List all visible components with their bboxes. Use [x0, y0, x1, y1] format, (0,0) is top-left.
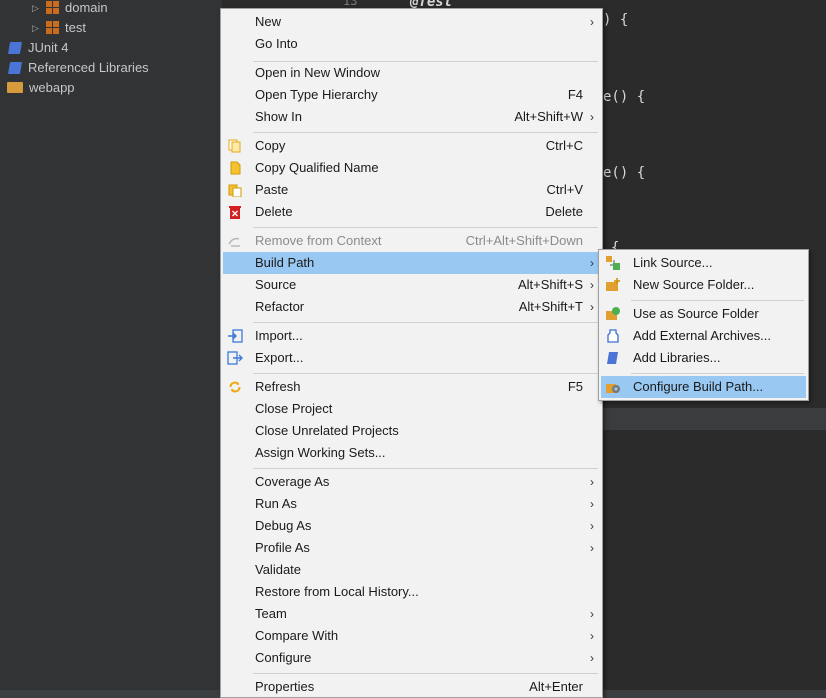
menu-item-go-into[interactable]: Go Into [223, 33, 600, 55]
code-line: ) { [603, 12, 629, 28]
paste-icon [227, 183, 243, 197]
chevron-right-icon: › [590, 278, 594, 292]
configure-build-path-icon [605, 379, 621, 395]
submenu-item-add-libraries[interactable]: Add Libraries... [601, 347, 806, 369]
menu-separator [631, 300, 804, 301]
expand-arrow-icon[interactable]: ▷ [32, 18, 39, 38]
use-source-folder-icon [605, 306, 621, 322]
copy-icon [227, 139, 243, 153]
import-icon [227, 329, 243, 343]
submenu-item-add-external-archives[interactable]: Add External Archives... [601, 325, 806, 347]
menu-item-remove-from-context: Remove from Context Ctrl+Alt+Shift+Down [223, 230, 600, 252]
chevron-right-icon: › [590, 256, 594, 270]
menu-item-build-path[interactable]: Build Path › [223, 252, 600, 274]
menu-item-run-as[interactable]: Run As › [223, 493, 600, 515]
chevron-right-icon: › [590, 110, 594, 124]
menu-item-assign-working-sets[interactable]: Assign Working Sets... [223, 442, 600, 464]
menu-item-paste[interactable]: Paste Ctrl+V [223, 179, 600, 201]
tree-item-test[interactable]: ▷ test [32, 18, 86, 38]
tree-item-webapp[interactable]: webapp [7, 78, 75, 98]
menu-item-configure[interactable]: Configure › [223, 647, 600, 669]
menu-separator [253, 673, 598, 674]
submenu-item-configure-build-path[interactable]: Configure Build Path... [601, 376, 806, 398]
chevron-right-icon: › [590, 651, 594, 665]
menu-item-new[interactable]: New › [223, 11, 600, 33]
delete-icon [227, 205, 243, 219]
submenu-item-use-as-source-folder[interactable]: Use as Source Folder [601, 303, 806, 325]
chevron-right-icon: › [590, 607, 594, 621]
chevron-right-icon: › [590, 15, 594, 29]
menu-item-validate[interactable]: Validate [223, 559, 600, 581]
library-icon [7, 62, 23, 74]
chevron-right-icon: › [590, 475, 594, 489]
chevron-right-icon: › [590, 300, 594, 314]
code-line: e() { [603, 89, 646, 105]
menu-item-restore-local-history[interactable]: Restore from Local History... [223, 581, 600, 603]
build-path-submenu: Link Source... New Source Folder... Use … [598, 249, 809, 401]
tree-item-referenced-libraries[interactable]: Referenced Libraries [7, 58, 149, 78]
menu-item-export[interactable]: Export... [223, 347, 600, 369]
menu-item-delete[interactable]: Delete Delete [223, 201, 600, 223]
external-archive-icon [605, 328, 621, 344]
remove-context-icon [227, 234, 243, 248]
folder-icon [7, 82, 23, 93]
menu-item-source[interactable]: Source Alt+Shift+S › [223, 274, 600, 296]
chevron-right-icon: › [590, 541, 594, 555]
refresh-icon [227, 380, 243, 394]
menu-item-refactor[interactable]: Refactor Alt+Shift+T › [223, 296, 600, 318]
link-source-icon [605, 255, 621, 271]
menu-item-coverage-as[interactable]: Coverage As › [223, 471, 600, 493]
menu-item-copy[interactable]: Copy Ctrl+C [223, 135, 600, 157]
code-line: e() { [603, 165, 646, 181]
menu-item-open-type-hierarchy[interactable]: Open Type Hierarchy F4 [223, 84, 600, 106]
menu-item-compare-with[interactable]: Compare With › [223, 625, 600, 647]
line-number: 13 [343, 0, 358, 8]
chevron-right-icon: › [590, 629, 594, 643]
library-icon [605, 350, 621, 366]
menu-item-close-project[interactable]: Close Project [223, 398, 600, 420]
package-icon [46, 21, 59, 34]
package-explorer: ▷ domain ▷ test JUnit 4 Referenced Libra… [0, 0, 222, 698]
menu-item-debug-as[interactable]: Debug As › [223, 515, 600, 537]
menu-separator [253, 132, 598, 133]
menu-item-show-in[interactable]: Show In Alt+Shift+W › [223, 106, 600, 128]
expand-arrow-icon[interactable]: ▷ [32, 0, 39, 18]
context-menu: New › Go Into Open in New Window Open Typ… [220, 8, 603, 698]
copy-qualified-icon [227, 161, 243, 175]
menu-item-close-unrelated-projects[interactable]: Close Unrelated Projects [223, 420, 600, 442]
menu-separator [253, 322, 598, 323]
menu-separator [253, 227, 598, 228]
menu-item-refresh[interactable]: Refresh F5 [223, 376, 600, 398]
menu-separator [631, 373, 804, 374]
submenu-item-new-source-folder[interactable]: New Source Folder... [601, 274, 806, 296]
menu-item-profile-as[interactable]: Profile As › [223, 537, 600, 559]
menu-item-properties[interactable]: Properties Alt+Enter [223, 676, 600, 698]
current-line-highlight [600, 408, 826, 430]
tree-item-junit4[interactable]: JUnit 4 [7, 38, 68, 58]
new-source-folder-icon [605, 277, 621, 293]
tree-item-domain[interactable]: ▷ domain [32, 0, 108, 18]
package-icon [46, 1, 59, 14]
menu-item-import[interactable]: Import... [223, 325, 600, 347]
menu-separator [253, 373, 598, 374]
menu-item-team[interactable]: Team › [223, 603, 600, 625]
library-icon [7, 42, 23, 54]
export-icon [227, 351, 243, 365]
chevron-right-icon: › [590, 497, 594, 511]
chevron-right-icon: › [590, 519, 594, 533]
menu-item-open-new-window[interactable]: Open in New Window [223, 62, 600, 84]
menu-separator [253, 468, 598, 469]
submenu-item-link-source[interactable]: Link Source... [601, 252, 806, 274]
menu-item-copy-qualified-name[interactable]: Copy Qualified Name [223, 157, 600, 179]
